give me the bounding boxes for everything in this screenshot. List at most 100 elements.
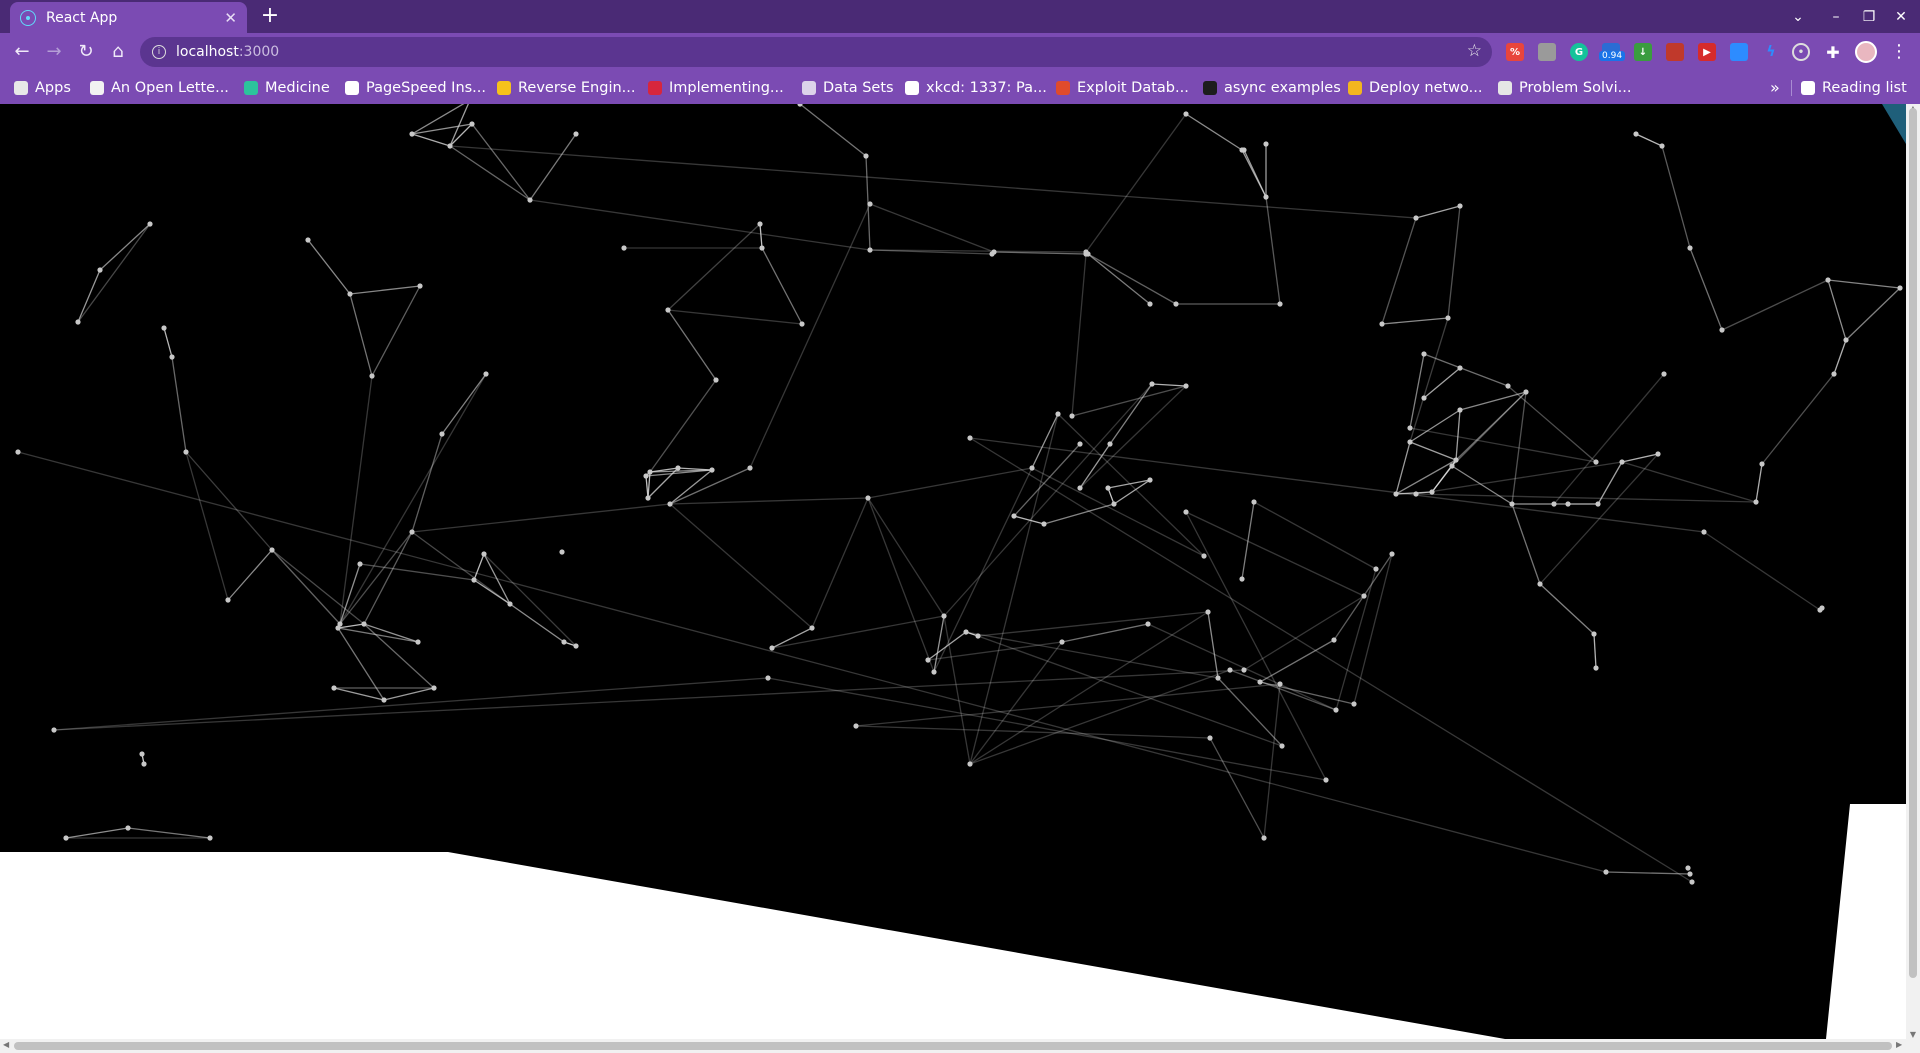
network-node <box>1593 459 1599 465</box>
network-node <box>1509 501 1515 507</box>
bookmark-item[interactable]: An Open Lette... <box>90 78 229 98</box>
network-node <box>1361 593 1367 599</box>
network-node <box>369 373 375 379</box>
network-node <box>1373 566 1379 572</box>
black-canvas-shape <box>0 104 1906 1039</box>
network-node <box>483 371 489 377</box>
extension-grammarly-icon[interactable]: G <box>1570 43 1588 61</box>
bookmark-item[interactable]: Implementing... <box>648 78 784 98</box>
reload-icon[interactable]: ↻ <box>74 40 98 64</box>
tab-react-app[interactable]: React App ✕ <box>10 2 247 33</box>
bookmark-item[interactable]: PageSpeed Ins... <box>345 78 486 98</box>
bookmark-item[interactable]: async examples <box>1203 78 1341 98</box>
bookmark-label: Deploy netwo... <box>1369 80 1483 96</box>
network-node <box>1207 735 1213 741</box>
new-tab-button[interactable]: + <box>258 4 282 28</box>
network-node <box>747 465 753 471</box>
bookmark-item[interactable]: Problem Solvi... <box>1498 78 1631 98</box>
window-close-icon[interactable]: ✕ <box>1889 6 1913 28</box>
browser-menu-icon[interactable]: ⋮ <box>1890 41 1908 62</box>
extensions-puzzle-icon[interactable]: ✚ <box>1824 43 1842 62</box>
forward-arrow-icon[interactable]: → <box>42 40 66 64</box>
extension-download-icon[interactable]: ↓ <box>1634 43 1652 61</box>
network-node <box>645 495 651 501</box>
network-node <box>1183 509 1189 515</box>
network-node <box>1041 521 1047 527</box>
bookmarks-bar: Apps An Open Lette... Medicine PageSpeed In… <box>0 71 1920 104</box>
network-node <box>507 601 513 607</box>
close-tab-icon[interactable]: ✕ <box>224 9 237 27</box>
network-node <box>1241 667 1247 673</box>
bookmark-item[interactable]: Apps <box>14 78 71 98</box>
extension-robot-icon[interactable] <box>1666 43 1684 61</box>
network-node <box>125 825 131 831</box>
bookmarks-overflow-icon[interactable]: » <box>1770 78 1780 97</box>
reading-list-icon <box>1801 81 1815 95</box>
reverse-engineering-icon <box>497 81 511 95</box>
network-node <box>1429 489 1435 495</box>
extension-feather-icon[interactable]: ϟ <box>1762 43 1780 61</box>
address-bar[interactable]: i localhost:3000 ☆ <box>140 37 1492 67</box>
bookmark-item[interactable]: Reverse Engin... <box>497 78 636 98</box>
restore-icon[interactable]: ❐ <box>1857 6 1881 28</box>
extension-zoom-icon[interactable] <box>1730 43 1748 61</box>
network-node <box>1413 491 1419 497</box>
network-node <box>431 685 437 691</box>
network-node <box>1257 679 1263 685</box>
bookmark-item[interactable]: Deploy netwo... <box>1348 78 1482 98</box>
network-node <box>1239 576 1245 582</box>
extension-translate-icon[interactable]: % <box>1506 43 1524 61</box>
network-node <box>1055 411 1061 417</box>
network-node <box>439 431 445 437</box>
bookmark-item[interactable]: xkcd: 1337: Pa... <box>905 78 1047 98</box>
network-node <box>1183 383 1189 389</box>
network-node <box>1147 301 1153 307</box>
minimize-icon[interactable]: – <box>1824 6 1848 28</box>
network-node <box>207 835 213 841</box>
network-node <box>1685 865 1691 871</box>
network-node <box>1449 463 1455 469</box>
network-node <box>1593 665 1599 671</box>
home-icon[interactable]: ⌂ <box>106 40 130 64</box>
network-node <box>1379 321 1385 327</box>
network-node <box>1523 389 1529 395</box>
bookmark-star-icon[interactable]: ☆ <box>1467 41 1482 61</box>
network-node <box>1457 365 1463 371</box>
network-node <box>865 495 871 501</box>
network-node <box>1077 441 1083 447</box>
network-node <box>863 153 869 159</box>
scroll-right-arrow-icon[interactable]: ▶ <box>1896 1040 1902 1049</box>
network-node <box>573 131 579 137</box>
bookmark-item[interactable]: Exploit Datab... <box>1056 78 1189 98</box>
extension-video-icon[interactable]: ▶ <box>1698 43 1716 61</box>
scroll-left-arrow-icon[interactable]: ◀ <box>3 1040 9 1049</box>
network-node <box>1453 457 1459 463</box>
reading-list-button[interactable]: Reading list <box>1801 78 1907 98</box>
bookmark-item[interactable]: Data Sets <box>802 78 894 98</box>
network-node <box>1413 215 1419 221</box>
horizontal-scrollbar[interactable]: ◀ ▶ <box>0 1039 1920 1053</box>
profile-avatar[interactable] <box>1855 41 1877 63</box>
tab-search-icon[interactable]: ⌄ <box>1786 6 1810 28</box>
back-arrow-icon[interactable]: ← <box>10 40 34 64</box>
network-node <box>759 245 765 251</box>
network-node <box>1551 501 1557 507</box>
particle-network-canvas[interactable] <box>0 104 1906 1039</box>
vertical-scroll-thumb[interactable] <box>1909 108 1917 978</box>
bookmarks-separator <box>1791 80 1792 96</box>
site-info-icon[interactable]: i <box>152 45 166 59</box>
network-node <box>925 657 931 663</box>
network-node <box>1263 141 1269 147</box>
network-node <box>1059 639 1065 645</box>
bookmark-label: Exploit Datab... <box>1077 80 1189 96</box>
vertical-scrollbar[interactable]: ▲ ▼ <box>1906 104 1920 1039</box>
horizontal-scroll-thumb[interactable] <box>14 1042 1892 1050</box>
scroll-down-arrow-icon[interactable]: ▼ <box>1906 1030 1920 1039</box>
url-host: localhost <box>176 44 239 60</box>
network-node <box>1407 425 1413 431</box>
network-node <box>471 577 477 583</box>
globe-icon <box>90 81 104 95</box>
extension-gray-icon[interactable] <box>1538 43 1556 61</box>
extension-target-icon[interactable]: • <box>1792 43 1810 61</box>
bookmark-item[interactable]: Medicine <box>244 78 330 98</box>
